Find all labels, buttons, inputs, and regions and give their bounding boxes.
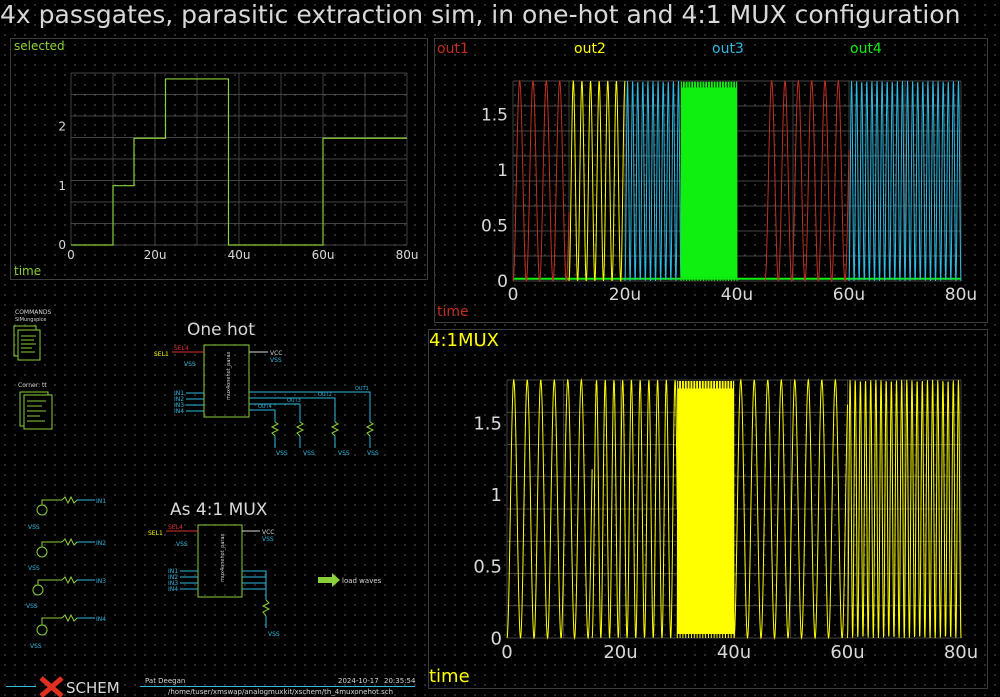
onehot-vss-gnd2: VSS: [303, 450, 315, 457]
xschem-logo-text: SCHEM: [66, 679, 120, 697]
footer-date: 2024-10-17: [338, 677, 379, 685]
selected-xtick-label: 80u: [396, 248, 419, 262]
mux-vss-gnd: VSS: [268, 631, 280, 638]
onehot-block[interactable]: mux4onehot_parax: [203, 344, 250, 418]
selected-ytick-label: 0: [58, 238, 66, 252]
onehot-sel1-label: SEL1: [154, 351, 169, 358]
onehot-out4-label: OUT4: [258, 404, 272, 410]
footer-right-line: [140, 686, 415, 687]
mux-section-title: As 4:1 MUX: [170, 500, 268, 520]
outputs-xtick-label: 80u: [945, 285, 977, 305]
selected-graph-panel[interactable]: selected time 0 20u 40u 60u 80u 0 1 2: [10, 38, 428, 280]
source-in4-label: IN4: [96, 616, 106, 623]
footer-left-line: [6, 686, 36, 687]
onehot-vss-right-label: VSS: [270, 357, 282, 364]
selected-ytick-label: 2: [58, 120, 66, 134]
mux-series-line: [676, 381, 735, 639]
onehot-in4-label: IN4: [174, 408, 184, 415]
outputs-ytick-label: 1: [497, 161, 508, 181]
mux-vss-left-label: VSS: [176, 541, 188, 548]
selected-graph-plot[interactable]: 0 20u 40u 60u 80u 0 1 2: [11, 39, 427, 279]
selected-xtick-label: 60u: [312, 248, 335, 262]
source-in2-label: IN2: [96, 540, 106, 547]
onehot-vss-gnd1: VSS: [276, 450, 288, 457]
onehot-out1-label: OUT1: [355, 386, 369, 392]
outputs-graph-plot[interactable]: 0 20u 40u 60u 80u 0 0.5 1 1.5: [435, 39, 987, 322]
mux-vss-right-label: VSS: [262, 536, 274, 543]
commands-sublabel: SIMungspice: [15, 317, 46, 323]
mux-ytick-label: 1.5: [473, 413, 502, 434]
load-waves-arrow-icon[interactable]: [318, 573, 340, 587]
onehot-out2-label: OUT2: [318, 392, 332, 398]
footer-author: Pat Deegan: [145, 677, 186, 685]
page-title: 4x passgates, parasitic extraction sim, …: [0, 0, 961, 29]
mux-sel1-label: SEL1: [148, 530, 163, 537]
mux-block[interactable]: mux4onehot_parax: [197, 524, 243, 598]
source-vss1: VSS: [28, 524, 40, 531]
mux-xtick-label: 0: [501, 642, 512, 663]
source-vss2: VSS: [28, 565, 40, 572]
mux-graph-panel[interactable]: 4:1MUX time 0 20u 40u 60u 80u 0 0.5 1 1.5: [428, 329, 988, 689]
outputs-xtick-label: 60u: [833, 285, 865, 305]
outputs-graph-panel[interactable]: out1 out2 out3 out4 time 0 20u 40u 60u 80u 0 0…: [434, 38, 988, 323]
onehot-vss-gnd3: VSS: [338, 450, 350, 457]
source-in3-label: IN3: [96, 578, 106, 585]
mux-sel4-label: SEL4: [168, 524, 183, 531]
commands-icon[interactable]: [13, 325, 41, 361]
onehot-section-title: One hot: [187, 320, 255, 340]
footer-time: 20:35:54: [384, 677, 416, 685]
outputs-ytick-label: 0.5: [481, 216, 508, 236]
onehot-load-resistors[interactable]: [270, 421, 375, 437]
load-waves-link[interactable]: load waves: [342, 577, 382, 585]
selected-xtick-label: 20u: [144, 248, 167, 262]
mux-graph-plot[interactable]: 0 20u 40u 60u 80u 0 0.5 1 1.5: [429, 330, 987, 688]
onehot-vss-gnd4: VSS: [367, 450, 379, 457]
mux-xtick-label: 80u: [944, 642, 978, 663]
source-vss3: VSS: [26, 603, 38, 610]
corner-document-icon[interactable]: [19, 391, 53, 430]
onehot-block-name: mux4onehot_parax: [226, 351, 232, 400]
outputs-xtick-label: 20u: [609, 285, 641, 305]
mux-vcc-label: VCC: [262, 529, 274, 536]
mux-ytick-label: 0.5: [473, 557, 502, 578]
mux-xtick-label: 60u: [830, 642, 864, 663]
selected-ytick-label: 1: [58, 179, 66, 193]
selected-xtick-label: 0: [67, 248, 75, 262]
xschem-logo-icon: [39, 676, 64, 697]
mux-in4-label: IN4: [168, 586, 178, 593]
mux-block-name: mux4onehot_parax: [220, 533, 226, 582]
footer: SCHEM Pat Deegan 2024-10-17 20:35:54 /ho…: [0, 672, 420, 697]
schematic-canvas[interactable]: COMMANDS SIMungspice Corner: tt One hot …: [0, 300, 420, 695]
source-vss4: VSS: [30, 643, 42, 650]
outputs-ytick-label: 0: [497, 272, 508, 292]
mux-load-resistor[interactable]: [261, 599, 271, 617]
onehot-sel4-label: SEL4: [174, 345, 189, 352]
source-in1-label: IN1: [96, 498, 106, 505]
mux-ytick-label: 1: [491, 485, 502, 506]
outputs-ytick-label: 1.5: [481, 105, 508, 125]
mux-ytick-label: 0: [491, 628, 502, 649]
selected-xtick-label: 40u: [228, 248, 251, 262]
onehot-out3-label: OUT3: [287, 398, 301, 404]
commands-label: COMMANDS: [15, 309, 51, 316]
onehot-vcc-label: VCC: [270, 350, 282, 357]
out4-series-line: [680, 81, 738, 282]
mux-xtick-label: 40u: [717, 642, 751, 663]
mux-xtick-label: 20u: [603, 642, 637, 663]
corner-label: Corner: tt: [18, 382, 47, 389]
outputs-xtick-label: 40u: [721, 285, 753, 305]
onehot-vss-left-label: VSS: [184, 361, 196, 368]
outputs-xtick-label: 0: [508, 285, 519, 305]
